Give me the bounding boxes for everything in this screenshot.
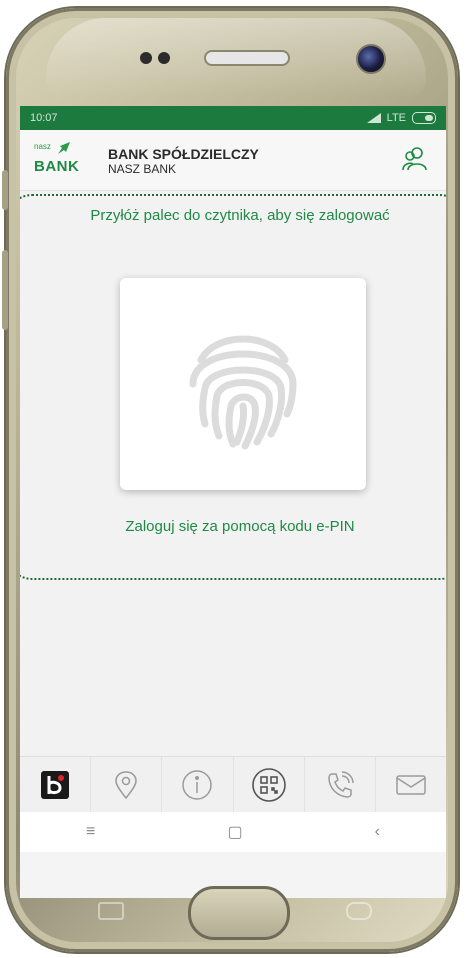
fingerprint-icon bbox=[189, 335, 297, 450]
sensor-dots bbox=[140, 52, 170, 64]
nav-item-location[interactable] bbox=[91, 757, 163, 813]
fingerprint-card[interactable] bbox=[120, 278, 366, 490]
app-screen: 10:07 LTE nasz BANK BANK SPÓŁDZIELCZY NA… bbox=[20, 106, 446, 898]
volume-up-button bbox=[2, 170, 8, 210]
epin-login-link[interactable]: Zaloguj się za pomocą kodu e-PIN bbox=[80, 518, 400, 535]
qr-code-icon bbox=[251, 768, 286, 802]
logo-arrow-icon bbox=[58, 142, 70, 154]
bank-logo: nasz BANK bbox=[34, 140, 86, 180]
sensor-dot bbox=[140, 52, 152, 64]
battery-icon bbox=[412, 112, 436, 124]
bottom-nav bbox=[20, 756, 446, 813]
phone-icon bbox=[328, 771, 354, 798]
hardware-home-button[interactable] bbox=[188, 886, 290, 940]
status-bar: 10:07 LTE bbox=[20, 106, 446, 130]
app-header: nasz BANK BANK SPÓŁDZIELCZY NASZ BANK bbox=[20, 130, 446, 191]
recent-softkey-icon bbox=[98, 902, 124, 920]
recent-apps-button[interactable]: ≡ bbox=[86, 823, 95, 841]
logo-big-text: BANK bbox=[34, 158, 80, 175]
earpiece-speaker bbox=[204, 50, 290, 66]
info-icon bbox=[182, 770, 213, 800]
bank-name: BANK SPÓŁDZIELCZY bbox=[108, 146, 259, 162]
signal-icon bbox=[366, 113, 381, 123]
location-pin-icon bbox=[115, 771, 138, 800]
nav-item-bank[interactable] bbox=[20, 757, 92, 813]
nav-item-mail[interactable] bbox=[376, 757, 446, 813]
back-nav-button[interactable]: ‹ bbox=[375, 823, 380, 841]
system-nav-bar: ≡ ▢ ‹ bbox=[20, 812, 446, 852]
bank-logo-icon bbox=[41, 771, 70, 799]
nav-item-qr[interactable] bbox=[234, 757, 305, 813]
home-nav-button[interactable]: ▢ bbox=[227, 822, 242, 842]
network-type: LTE bbox=[386, 112, 406, 124]
nav-item-phone[interactable] bbox=[305, 757, 376, 813]
bank-subtitle: NASZ BANK bbox=[108, 162, 177, 176]
sensor-dot bbox=[158, 52, 170, 64]
nav-item-info[interactable] bbox=[162, 757, 234, 813]
fingerprint-prompt: Przyłóż palec do czytnika, aby się zalog… bbox=[90, 207, 390, 224]
status-time: 10:07 bbox=[30, 112, 58, 124]
mail-icon bbox=[396, 775, 426, 795]
logo-small-text: nasz bbox=[34, 142, 51, 151]
back-softkey-icon bbox=[346, 902, 372, 920]
volume-down-button bbox=[2, 250, 8, 330]
status-icons: LTE bbox=[366, 112, 436, 124]
users-icon[interactable] bbox=[400, 144, 430, 174]
front-camera-icon bbox=[356, 44, 386, 74]
